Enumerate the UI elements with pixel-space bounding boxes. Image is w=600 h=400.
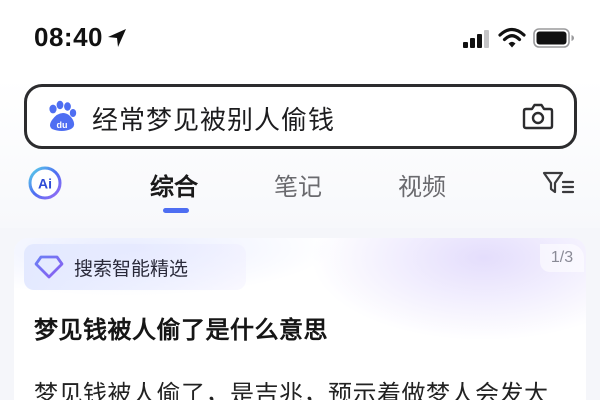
status-time: 08:40 xyxy=(34,22,103,52)
ai-label: Ai xyxy=(38,176,52,192)
signal-icon xyxy=(463,30,489,48)
page-indicator: 1/3 xyxy=(540,244,584,272)
filter-icon[interactable] xyxy=(541,167,575,197)
ai-answer-card[interactable]: 搜索智能精选 1/3 梦见钱被人偷了是什么意思 梦见钱被人偷了，是吉兆，预示着做… xyxy=(14,238,586,400)
active-tab-indicator xyxy=(163,208,189,213)
location-arrow-icon xyxy=(108,29,126,47)
diamond-icon xyxy=(34,255,64,279)
tab-video[interactable]: 视频 xyxy=(398,167,446,202)
card-title[interactable]: 梦见钱被人偷了是什么意思 xyxy=(34,310,328,345)
camera-icon[interactable] xyxy=(522,101,554,131)
smart-pick-label: 搜索智能精选 xyxy=(74,258,189,280)
baidu-paw-icon: du xyxy=(49,100,77,131)
svg-text:du: du xyxy=(57,120,68,130)
search-input[interactable]: 经常梦见被别人偷钱 xyxy=(92,100,335,137)
status-bar: 08:40 xyxy=(0,0,600,78)
tab-comprehensive[interactable]: 综合 xyxy=(150,167,198,202)
card-body-text: 梦见钱被人偷了，是吉兆，预示着做梦人会发大 xyxy=(34,380,549,400)
search-box[interactable]: du 经常梦见被别人偷钱 xyxy=(24,84,577,149)
battery-icon xyxy=(533,28,574,48)
tab-notes[interactable]: 笔记 xyxy=(274,167,322,202)
wifi-icon xyxy=(498,27,526,48)
ai-assistant-icon[interactable]: Ai xyxy=(28,166,62,200)
